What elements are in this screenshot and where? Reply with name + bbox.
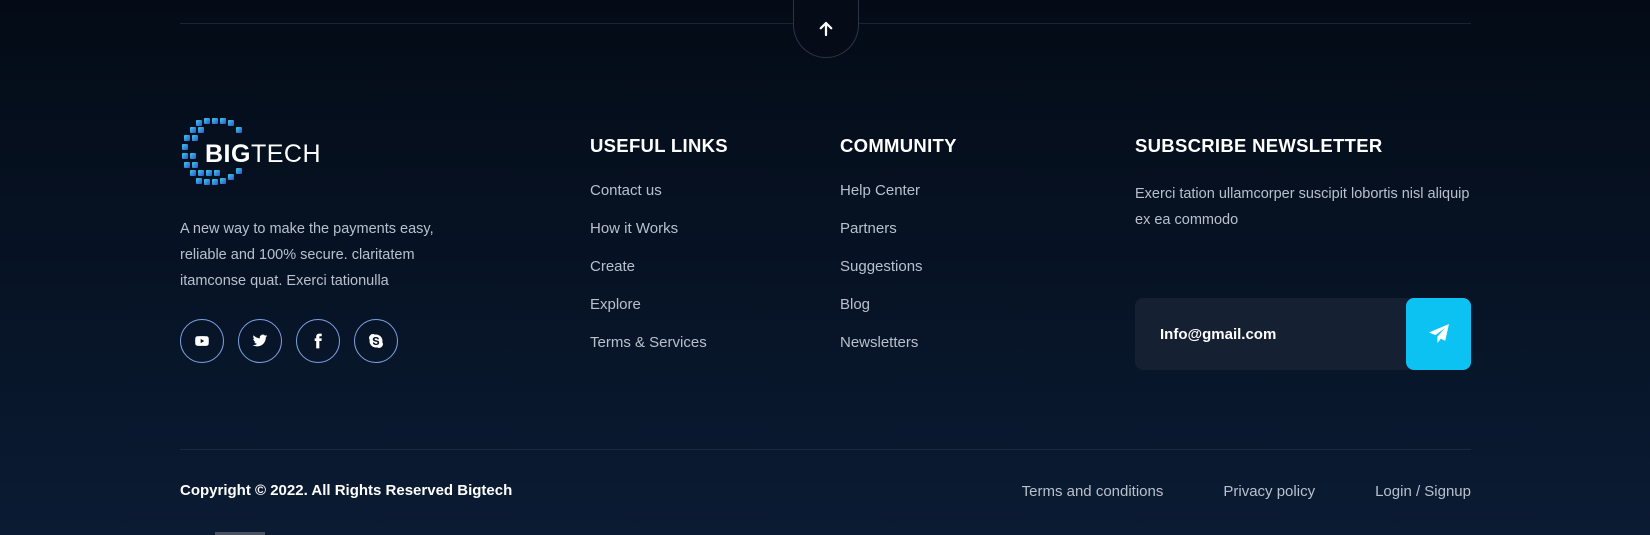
- facebook-icon: [314, 333, 322, 349]
- link-privacy-policy[interactable]: Privacy policy: [1223, 483, 1315, 500]
- subscribe-button[interactable]: [1406, 298, 1471, 370]
- email-input[interactable]: [1135, 298, 1406, 370]
- link-login-signup[interactable]: Login / Signup: [1375, 483, 1471, 500]
- useful-links-heading: USEFUL LINKS: [590, 135, 728, 156]
- skype-icon: [369, 334, 383, 348]
- useful-links-column: USEFUL LINKS Contact us How it Works Cre…: [590, 135, 728, 371]
- facebook-button[interactable]: [296, 319, 340, 363]
- link-explore[interactable]: Explore: [590, 296, 641, 313]
- link-contact-us[interactable]: Contact us: [590, 182, 662, 199]
- newsletter-text: Exerci tation ullamcorper suscipit lobor…: [1135, 186, 1470, 228]
- link-help-center[interactable]: Help Center: [840, 182, 920, 199]
- copyright-text: Copyright © 2022. All Rights Reserved Bi…: [180, 482, 513, 499]
- arrow-up-icon: [819, 21, 833, 36]
- footer-bottom-links: Terms and conditions Privacy policy Logi…: [1022, 483, 1471, 500]
- bigtech-logo[interactable]: BIGTECH: [180, 116, 322, 190]
- subscribe-form: [1135, 298, 1471, 370]
- scroll-to-top-button[interactable]: [793, 0, 859, 58]
- youtube-button[interactable]: [180, 319, 224, 363]
- link-create[interactable]: Create: [590, 258, 635, 275]
- link-suggestions[interactable]: Suggestions: [840, 258, 923, 275]
- community-column: COMMUNITY Help Center Partners Suggestio…: [840, 135, 957, 371]
- community-heading: COMMUNITY: [840, 135, 957, 156]
- social-links: [180, 319, 398, 363]
- link-blog[interactable]: Blog: [840, 296, 870, 313]
- youtube-icon: [195, 336, 209, 346]
- paper-plane-icon: [1428, 324, 1449, 343]
- bottom-divider: [180, 449, 1471, 450]
- skype-button[interactable]: [354, 319, 398, 363]
- link-newsletters[interactable]: Newsletters: [840, 334, 918, 351]
- link-how-it-works[interactable]: How it Works: [590, 220, 678, 237]
- logo-text: BIGTECH: [205, 140, 322, 168]
- link-terms-services[interactable]: Terms & Services: [590, 334, 707, 351]
- newsletter-heading: SUBSCRIBE NEWSLETTER: [1135, 135, 1383, 156]
- link-terms-conditions[interactable]: Terms and conditions: [1022, 483, 1164, 500]
- twitter-button[interactable]: [238, 319, 282, 363]
- about-text: A new way to make the payments easy, rel…: [180, 221, 434, 289]
- twitter-icon: [252, 334, 268, 347]
- link-partners[interactable]: Partners: [840, 220, 897, 237]
- newsletter-column: SUBSCRIBE NEWSLETTER Exerci tation ullam…: [1135, 135, 1471, 233]
